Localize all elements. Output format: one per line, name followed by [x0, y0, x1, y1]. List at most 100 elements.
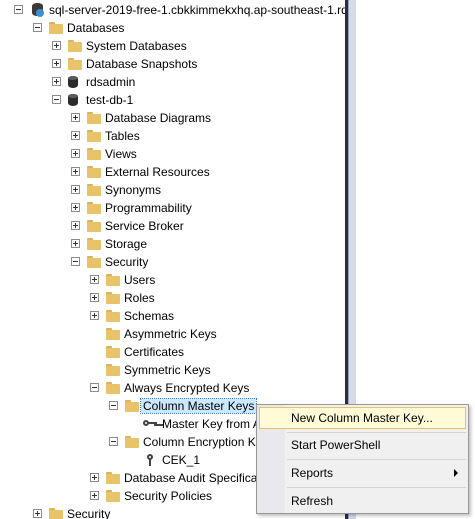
- tree-node-rdsadmin[interactable]: rdsadmin: [0, 73, 348, 91]
- asymmetric-keys-label: Asymmetric Keys: [124, 327, 217, 341]
- collapse-toggle[interactable]: [52, 95, 61, 104]
- menu-item-label: Refresh: [291, 494, 334, 508]
- tree-node-test-db-1[interactable]: test-db-1: [0, 91, 348, 109]
- folder-icon: [105, 363, 121, 377]
- database-icon: [65, 93, 81, 107]
- context-menu: New Column Master Key... Start PowerShel…: [256, 404, 469, 514]
- tree-node-security[interactable]: Security: [0, 253, 348, 271]
- server-label: sql-server-2019-free-1.cbkkimmekxhq.ap-s…: [49, 3, 348, 17]
- database-audit-label: Database Audit Specifica: [124, 471, 258, 485]
- collapse-toggle[interactable]: [109, 437, 118, 446]
- folder-icon: [48, 507, 64, 519]
- security-server-label: Security: [67, 507, 111, 519]
- folder-icon: [124, 435, 140, 449]
- expand-toggle[interactable]: [52, 77, 61, 86]
- folder-icon: [86, 255, 102, 269]
- collapse-toggle[interactable]: [109, 401, 118, 410]
- tree-node-database-diagrams[interactable]: Database Diagrams: [0, 109, 348, 127]
- synonyms-label: Synonyms: [105, 183, 162, 197]
- tree-node-asymmetric-keys[interactable]: Asymmetric Keys: [0, 325, 348, 343]
- external-resources-label: External Resources: [105, 165, 210, 179]
- expand-toggle[interactable]: [90, 275, 99, 284]
- collapse-toggle[interactable]: [90, 383, 99, 392]
- tree-node-server[interactable]: sql-server-2019-free-1.cbkkimmekxhq.ap-s…: [0, 1, 348, 19]
- roles-label: Roles: [124, 291, 155, 305]
- expand-toggle[interactable]: [33, 509, 42, 518]
- folder-icon: [67, 57, 83, 71]
- menu-item-refresh[interactable]: Refresh: [259, 490, 466, 512]
- expand-toggle[interactable]: [90, 311, 99, 320]
- menu-separator: [287, 432, 466, 433]
- folder-icon: [105, 327, 121, 341]
- cek-1-label: CEK_1: [162, 453, 201, 467]
- folder-icon: [105, 345, 121, 359]
- tree-node-schemas[interactable]: Schemas: [0, 307, 348, 325]
- collapse-toggle[interactable]: [71, 257, 80, 266]
- menu-item-reports[interactable]: Reports: [259, 462, 466, 484]
- databases-label: Databases: [67, 21, 125, 35]
- programmability-label: Programmability: [105, 201, 192, 215]
- folder-icon: [86, 111, 102, 125]
- menu-item-start-powershell[interactable]: Start PowerShell: [259, 434, 466, 456]
- tree-node-symmetric-keys[interactable]: Symmetric Keys: [0, 361, 348, 379]
- system-databases-label: System Databases: [86, 39, 187, 53]
- tree-node-users[interactable]: Users: [0, 271, 348, 289]
- column-encryption-keys-label: Column Encryption K: [143, 435, 256, 449]
- key-icon: [142, 417, 158, 431]
- folder-icon: [86, 183, 102, 197]
- menu-item-label: Start PowerShell: [291, 438, 381, 452]
- tree-node-programmability[interactable]: Programmability: [0, 199, 348, 217]
- folder-icon: [105, 381, 121, 395]
- tree-node-views[interactable]: Views: [0, 145, 348, 163]
- expand-toggle[interactable]: [90, 473, 99, 482]
- collapse-toggle[interactable]: [14, 5, 23, 14]
- tree-node-system-databases[interactable]: System Databases: [0, 37, 348, 55]
- folder-icon: [86, 219, 102, 233]
- expand-toggle[interactable]: [71, 203, 80, 212]
- users-label: Users: [124, 273, 156, 287]
- expand-toggle[interactable]: [71, 185, 80, 194]
- folder-icon: [86, 201, 102, 215]
- menu-item-new-column-master-key[interactable]: New Column Master Key...: [259, 407, 466, 429]
- symmetric-keys-label: Symmetric Keys: [124, 363, 211, 377]
- expand-toggle[interactable]: [71, 239, 80, 248]
- expand-toggle[interactable]: [52, 59, 61, 68]
- tree-node-storage[interactable]: Storage: [0, 235, 348, 253]
- folder-icon: [86, 129, 102, 143]
- certificates-label: Certificates: [124, 345, 185, 359]
- security-policies-label: Security Policies: [124, 489, 213, 503]
- tree-node-certificates[interactable]: Certificates: [0, 343, 348, 361]
- schemas-label: Schemas: [124, 309, 175, 323]
- expand-toggle[interactable]: [71, 113, 80, 122]
- collapse-toggle[interactable]: [33, 23, 42, 32]
- tree-node-database-snapshots[interactable]: Database Snapshots: [0, 55, 348, 73]
- expand-toggle[interactable]: [90, 491, 99, 500]
- expand-toggle[interactable]: [90, 293, 99, 302]
- storage-label: Storage: [105, 237, 148, 251]
- expand-toggle[interactable]: [71, 131, 80, 140]
- service-broker-label: Service Broker: [105, 219, 184, 233]
- menu-item-label: Reports: [291, 466, 334, 480]
- expand-toggle[interactable]: [71, 149, 80, 158]
- folder-icon: [105, 291, 121, 305]
- expand-toggle[interactable]: [71, 167, 80, 176]
- master-key-from-label: Master Key from A: [162, 417, 261, 431]
- expand-toggle[interactable]: [52, 41, 61, 50]
- tree-node-databases[interactable]: Databases: [0, 19, 348, 37]
- column-master-keys-label: Column Master Keys: [139, 398, 258, 414]
- folder-icon: [48, 21, 64, 35]
- folder-icon: [124, 399, 140, 413]
- menu-item-label: New Column Master Key...: [291, 411, 433, 425]
- folder-icon: [86, 165, 102, 179]
- tree-node-external-resources[interactable]: External Resources: [0, 163, 348, 181]
- tree-node-roles[interactable]: Roles: [0, 289, 348, 307]
- database-snapshots-label: Database Snapshots: [86, 57, 198, 71]
- folder-icon: [105, 489, 121, 503]
- tree-node-tables[interactable]: Tables: [0, 127, 348, 145]
- tree-node-service-broker[interactable]: Service Broker: [0, 217, 348, 235]
- folder-icon: [105, 273, 121, 287]
- tree-node-always-encrypted-keys[interactable]: Always Encrypted Keys: [0, 379, 348, 397]
- always-encrypted-keys-label: Always Encrypted Keys: [124, 381, 250, 395]
- tree-node-synonyms[interactable]: Synonyms: [0, 181, 348, 199]
- expand-toggle[interactable]: [71, 221, 80, 230]
